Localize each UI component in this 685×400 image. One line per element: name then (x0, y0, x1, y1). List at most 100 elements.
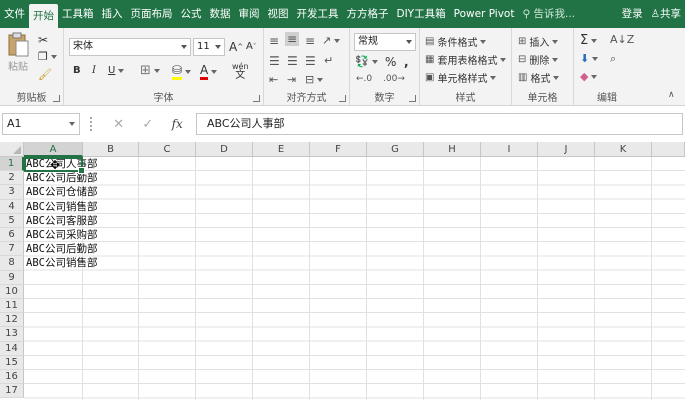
paste-button[interactable]: 粘贴 (6, 32, 30, 73)
align-center-icon[interactable]: ☰ (287, 54, 298, 68)
login-link[interactable]: 登录 (618, 0, 647, 28)
tab-toolbox[interactable]: 工具箱 (58, 0, 98, 28)
underline-button[interactable]: U (108, 65, 125, 76)
row-header-8[interactable]: 8 (0, 256, 24, 271)
align-right-icon[interactable]: ☰ (305, 54, 316, 68)
tab-diy-toolbox[interactable]: DIY工具箱 (393, 0, 450, 28)
cut-button[interactable]: ✂ (38, 33, 48, 47)
decrease-decimal-icon[interactable]: .00→ (383, 74, 405, 84)
fill-color-button[interactable]: ⛁ (172, 63, 192, 80)
font-shrink-button[interactable]: Aˇ (246, 41, 256, 52)
row-header-15[interactable]: 15 (0, 355, 24, 370)
cell-a8[interactable]: ABC公司销售部 (26, 256, 97, 270)
text-orientation-icon[interactable]: ↗ (322, 34, 341, 47)
accounting-format-button[interactable]: 💱 (355, 55, 378, 68)
row-header-6[interactable]: 6 (0, 228, 24, 243)
row-header-17[interactable]: 17 (0, 384, 24, 399)
column-header-j[interactable]: J (538, 142, 595, 157)
cell-styles-button[interactable]: ▣ 单元格样式 (425, 70, 497, 85)
font-color-button[interactable]: A (200, 63, 218, 80)
worksheet-grid[interactable]: ABCDEFGHIJK 1 2 3 4 5 6 7 8 9 10 11 12 13 14 15 16 17 AB… (0, 142, 685, 400)
column-header-i[interactable]: I (481, 142, 538, 157)
clipboard-launcher-icon[interactable] (53, 95, 60, 102)
format-as-table-button[interactable]: ▦ 套用表格格式 (425, 52, 507, 67)
percent-button[interactable]: % (385, 55, 396, 69)
tab-file[interactable]: 文件 (0, 0, 29, 28)
format-painter-button[interactable]: 🖌 (38, 68, 52, 81)
row-header-3[interactable]: 3 (0, 185, 24, 200)
find-select-button[interactable]: ⌕ (610, 52, 616, 66)
clear-button[interactable]: ◆ (580, 70, 598, 83)
comma-button[interactable]: , (404, 55, 409, 69)
insert-cells-button[interactable]: ⊞ 插入 (518, 34, 559, 49)
increase-decimal-icon[interactable]: ←.0 (356, 74, 372, 84)
column-header-a[interactable]: A (24, 142, 83, 157)
align-bottom-icon[interactable]: ≡ (305, 34, 315, 48)
delete-cells-button[interactable]: ⊟ 删除 (518, 52, 559, 67)
phonetic-button[interactable]: wén 文 (232, 62, 249, 81)
row-header-9[interactable]: 9 (0, 270, 24, 285)
row-header-5[interactable]: 5 (0, 213, 24, 228)
row-header-13[interactable]: 13 (0, 327, 24, 342)
select-all-button[interactable] (0, 142, 24, 157)
alignment-launcher-icon[interactable] (339, 95, 346, 102)
column-header-b[interactable]: B (83, 142, 139, 157)
column-header-partial[interactable] (652, 142, 685, 157)
cell-a3[interactable]: ABC公司仓储部 (26, 185, 97, 199)
row-header-2[interactable]: 2 (0, 171, 24, 186)
column-header-d[interactable]: D (196, 142, 253, 157)
cell-a5[interactable]: ABC公司客服部 (26, 214, 97, 228)
tab-power-pivot[interactable]: Power Pivot (450, 0, 519, 28)
tab-page-layout[interactable]: 页面布局 (127, 0, 177, 28)
autosum-button[interactable]: Σ (580, 33, 598, 48)
tab-developer[interactable]: 开发工具 (293, 0, 343, 28)
formula-bar-splitter[interactable] (90, 117, 92, 131)
row-header-12[interactable]: 12 (0, 313, 24, 328)
collapse-ribbon-icon[interactable]: ∧ (668, 90, 675, 100)
row-header-14[interactable]: 14 (0, 341, 24, 356)
share-button[interactable]: ♙共享 (647, 0, 685, 28)
row-header-10[interactable]: 10 (0, 284, 24, 299)
number-format-select[interactable]: 常规 (354, 33, 416, 51)
cell-a6[interactable]: ABC公司采购部 (26, 228, 97, 242)
name-box[interactable]: A1 (2, 113, 80, 135)
italic-button[interactable]: I (92, 65, 96, 76)
column-header-e[interactable]: E (253, 142, 310, 157)
font-grow-button[interactable]: A ^ (229, 40, 243, 54)
bold-button[interactable]: B (73, 65, 81, 76)
tab-home[interactable]: 开始 (29, 4, 58, 28)
cell-a2[interactable]: ABC公司后勤部 (26, 171, 97, 185)
formula-input[interactable]: ABC公司人事部 (196, 113, 683, 135)
tab-formulas[interactable]: 公式 (177, 0, 206, 28)
fill-button[interactable]: ⬇ (580, 52, 599, 65)
column-header-c[interactable]: C (139, 142, 196, 157)
insert-function-icon[interactable]: fx (172, 117, 183, 131)
tell-me-search[interactable]: ⚲ 告诉我... (518, 0, 579, 28)
row-header-4[interactable]: 4 (0, 199, 24, 214)
align-middle-icon[interactable]: ≡ (285, 32, 300, 46)
row-header-16[interactable]: 16 (0, 370, 24, 385)
tab-data[interactable]: 数据 (206, 0, 235, 28)
enter-icon[interactable]: ✓ (142, 117, 153, 132)
column-header-g[interactable]: G (367, 142, 424, 157)
font-launcher-icon[interactable] (253, 95, 260, 102)
cell-a4[interactable]: ABC公司销售部 (26, 200, 97, 214)
row-header-1[interactable]: 1 (0, 157, 24, 172)
font-name-select[interactable]: 宋体 (69, 38, 191, 56)
increase-indent-icon[interactable]: ⇥ (287, 73, 296, 86)
borders-button[interactable]: ⊞ (140, 63, 160, 78)
cancel-icon[interactable]: ✕ (113, 117, 124, 132)
cell-area[interactable] (24, 157, 685, 400)
merge-center-icon[interactable]: ⊟ (305, 73, 324, 86)
tab-review[interactable]: 审阅 (235, 0, 264, 28)
font-size-select[interactable]: 11 (193, 38, 225, 56)
copy-button[interactable]: ❐ (38, 50, 57, 63)
cell-a7[interactable]: ABC公司后勤部 (26, 242, 97, 256)
row-header-7[interactable]: 7 (0, 242, 24, 257)
row-header-11[interactable]: 11 (0, 299, 24, 314)
column-header-h[interactable]: H (424, 142, 481, 157)
tab-insert[interactable]: 插入 (98, 0, 127, 28)
align-top-icon[interactable]: ≡ (269, 34, 279, 48)
tab-ffcell[interactable]: 方方格子 (343, 0, 393, 28)
column-header-k[interactable]: K (595, 142, 652, 157)
